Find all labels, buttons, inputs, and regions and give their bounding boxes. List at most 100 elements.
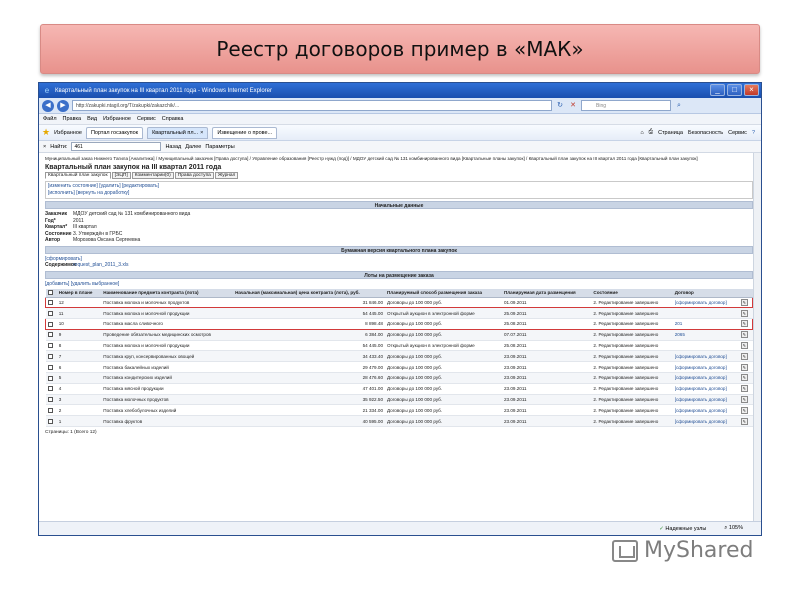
row-checkbox[interactable] xyxy=(45,404,57,417)
favorites-star-icon[interactable]: ★ xyxy=(42,127,50,138)
table-row[interactable]: 4 Поставка мясной продукции 47 401.00 Догов… xyxy=(45,383,753,395)
find-input[interactable]: 461 xyxy=(71,142,162,151)
col-method[interactable]: Планируемый способ размещения заказа xyxy=(385,289,502,298)
row-checkbox[interactable] xyxy=(45,361,57,374)
menu-service[interactable]: Сервис xyxy=(728,130,747,136)
tab-quarterly-plan[interactable]: Квартальный пл... × xyxy=(147,126,209,139)
favorites-button[interactable]: Избранное xyxy=(54,130,82,136)
cell-contract[interactable]: 2065 xyxy=(672,329,739,341)
table-row[interactable]: 10 Поставка масла сливочного 8 898.48 Догов… xyxy=(44,318,753,330)
tab-access[interactable]: Права доступа xyxy=(174,172,214,179)
table-row[interactable]: 7 Поставка круп, консервированных овощей 3… xyxy=(45,350,753,363)
find-params-button[interactable]: Параметры xyxy=(205,144,234,150)
col-state[interactable]: Состояние xyxy=(591,289,673,298)
row-edit-icon[interactable]: ✎ xyxy=(738,383,753,395)
row-checkbox[interactable] xyxy=(45,372,57,384)
row-edit-icon[interactable]: ✎ xyxy=(738,361,753,374)
col-contract[interactable]: Договор xyxy=(672,289,739,298)
lots-actions[interactable]: [добавить] [удалить выбранное] xyxy=(45,281,119,288)
tab-journal[interactable]: Журнал xyxy=(214,172,239,179)
search-icon[interactable]: ⌕ xyxy=(674,101,684,111)
menu-help[interactable]: Справка xyxy=(162,116,184,122)
row-checkbox[interactable] xyxy=(44,318,57,330)
forward-icon[interactable]: ▶ xyxy=(57,99,69,112)
table-row[interactable]: 1 Поставка фруктов 40 595.00 Договоры до 10… xyxy=(45,415,753,428)
cell-contract[interactable]: [сформировать договор] xyxy=(672,350,739,363)
tab-portal[interactable]: Портал госзакупок xyxy=(85,126,144,139)
vertical-scrollbar[interactable] xyxy=(753,153,761,521)
row-edit-icon[interactable]: ✎ xyxy=(738,296,753,309)
row-edit-icon[interactable]: ✎ xyxy=(738,404,753,417)
table-row[interactable]: 12 Поставка молока и молочных продуктов 31… xyxy=(44,296,753,309)
close-button[interactable]: × xyxy=(744,84,759,96)
home-icon[interactable]: ⌂ xyxy=(640,130,643,136)
row-checkbox[interactable] xyxy=(45,340,57,352)
print-icon[interactable]: ⎙ xyxy=(649,129,653,136)
find-back-button[interactable]: Назад xyxy=(165,144,181,150)
menu-tools[interactable]: Сервис xyxy=(137,116,156,122)
tab-notice[interactable]: Извещение о прове... xyxy=(212,126,278,139)
cell-contract[interactable]: [сформировать договор] xyxy=(672,372,739,384)
menu-edit[interactable]: Правка xyxy=(63,116,82,122)
find-close-icon[interactable]: × xyxy=(43,144,46,150)
col-num[interactable]: Номер в плане xyxy=(56,289,102,298)
menu-security[interactable]: Безопасность xyxy=(688,130,723,136)
cell-contract[interactable]: [сформировать договор] xyxy=(672,404,739,417)
row-edit-icon[interactable]: ✎ xyxy=(738,340,753,352)
row-checkbox[interactable] xyxy=(44,296,57,309)
refresh-icon[interactable]: ↻ xyxy=(555,101,565,111)
stop-icon[interactable]: ✕ xyxy=(568,101,578,111)
cell-contract[interactable]: [сформировать договор] xyxy=(672,415,739,428)
zoom-level[interactable]: ⌕ 105% xyxy=(724,525,743,532)
menu-favorites[interactable]: Избранное xyxy=(103,116,131,122)
col-name[interactable]: Наименование предмета контракта (лота) xyxy=(101,289,234,298)
row-checkbox[interactable] xyxy=(45,329,57,341)
row-edit-icon[interactable]: ✎ xyxy=(738,318,753,330)
cell-contract[interactable]: 201 xyxy=(672,318,739,330)
row-checkbox[interactable] xyxy=(45,394,57,406)
search-input[interactable]: Bing xyxy=(581,100,671,111)
row-edit-icon[interactable]: ✎ xyxy=(738,394,753,406)
select-all-checkbox[interactable] xyxy=(45,289,57,298)
cell-contract[interactable]: [сформировать договор] xyxy=(672,361,739,374)
table-row[interactable]: 2 Поставка хлебобулочных изделий 21 334.00… xyxy=(45,404,753,417)
help-icon[interactable]: ? xyxy=(752,130,755,136)
cell-contract[interactable]: [сформировать договор] xyxy=(672,394,739,406)
find-next-button[interactable]: Далее xyxy=(185,144,201,150)
row-edit-icon[interactable]: ✎ xyxy=(738,350,753,363)
back-icon[interactable]: ◀ xyxy=(42,99,54,112)
row-edit-icon[interactable]: ✎ xyxy=(738,372,753,384)
menu-file[interactable]: Файл xyxy=(43,116,57,122)
plan-actions-row1[interactable]: [изменить состояние] [удалить] [редактир… xyxy=(48,183,750,190)
row-checkbox[interactable] xyxy=(45,350,57,363)
table-row[interactable]: 6 Поставка бакалейных изделий 29 479.00 Дог… xyxy=(45,361,753,374)
cell-contract[interactable] xyxy=(672,340,739,352)
row-edit-icon[interactable]: ✎ xyxy=(738,307,753,320)
tab-comments[interactable]: Комментарии(0) xyxy=(131,172,174,179)
breadcrumb[interactable]: Муниципальный заказ Нижнего Тагила [Анал… xyxy=(45,156,753,162)
row-edit-icon[interactable]: ✎ xyxy=(738,415,753,428)
maximize-button[interactable]: □ xyxy=(727,84,742,96)
row-checkbox[interactable] xyxy=(45,415,57,428)
table-row[interactable]: 3 Поставка молочных продуктов 35 922.50 Дог… xyxy=(45,394,753,406)
table-row[interactable]: 5 Поставка кондитерских изделий 28 476.60 Д… xyxy=(45,372,753,384)
tab-signature[interactable]: [ЭЦП] xyxy=(111,172,131,179)
row-checkbox[interactable] xyxy=(45,307,57,320)
cell-contract[interactable]: [сформировать договор] xyxy=(672,383,739,395)
plan-actions-row2[interactable]: [исполнить] [вернуть на доработку] xyxy=(48,190,750,197)
row-edit-icon[interactable]: ✎ xyxy=(738,329,753,341)
cell-contract[interactable] xyxy=(672,307,739,320)
table-row[interactable]: 8 Поставка молока и молочной продукции 54 … xyxy=(45,340,753,352)
tab-close-icon[interactable]: × xyxy=(200,130,203,136)
col-price[interactable]: Начальная (максимальная) цена контракта … xyxy=(233,289,385,298)
minimize-button[interactable]: _ xyxy=(710,84,725,96)
menu-page[interactable]: Страница xyxy=(658,130,683,136)
cell-contract[interactable]: [сформировать договор] xyxy=(672,296,739,309)
tab-plan[interactable]: Квартальный план закупок xyxy=(45,172,111,179)
paper-file-link[interactable]: request_plan_2011_3.xls xyxy=(73,262,129,269)
menu-view[interactable]: Вид xyxy=(87,116,97,122)
table-row[interactable]: 9 Проведение обязательных медицинских осм… xyxy=(45,329,753,341)
url-field[interactable]: http://zakupki.ntagil.org/T/zakupki/zaka… xyxy=(72,100,552,111)
col-date[interactable]: Планируемая дата размещения xyxy=(501,289,592,298)
table-row[interactable]: 11 Поставка молока и молочной продукции 54… xyxy=(45,307,753,320)
